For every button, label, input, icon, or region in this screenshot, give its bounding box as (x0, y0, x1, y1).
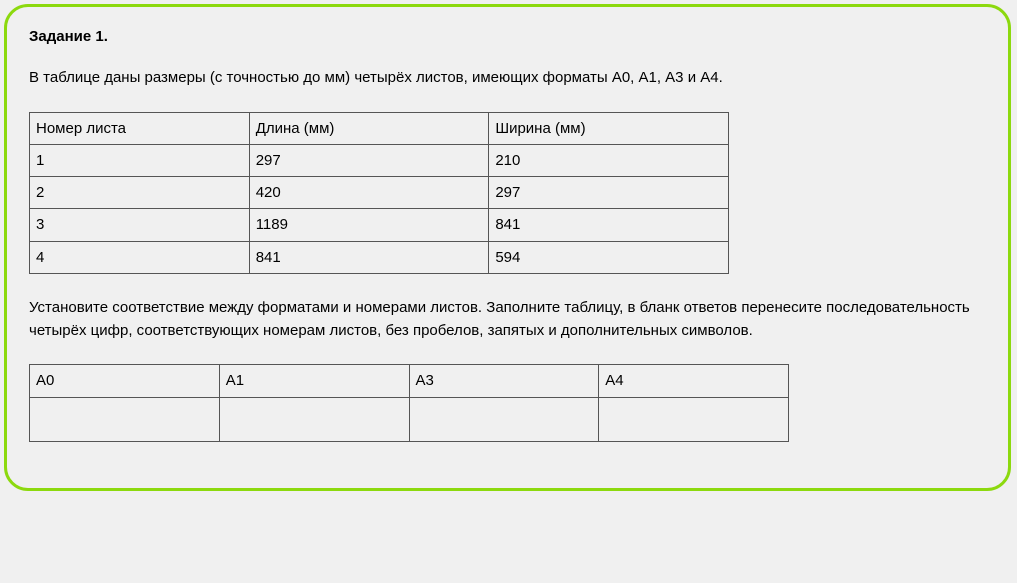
cell-width: 841 (489, 209, 729, 241)
cell-sheet-number: 1 (30, 144, 250, 176)
cell-length: 420 (249, 177, 489, 209)
answer-cell-a1[interactable] (219, 397, 409, 441)
table-row: 4 841 594 (30, 241, 729, 273)
header-length: Длина (мм) (249, 112, 489, 144)
task-title: Задание 1. (29, 25, 986, 48)
cell-sheet-number: 2 (30, 177, 250, 209)
header-width: Ширина (мм) (489, 112, 729, 144)
answer-row (30, 397, 789, 441)
cell-width: 210 (489, 144, 729, 176)
answer-cell-a3[interactable] (409, 397, 599, 441)
cell-sheet-number: 3 (30, 209, 250, 241)
answer-header-a0: А0 (30, 365, 220, 397)
cell-length: 841 (249, 241, 489, 273)
answer-header-a4: А4 (599, 365, 789, 397)
answer-cell-a4[interactable] (599, 397, 789, 441)
header-sheet-number: Номер листа (30, 112, 250, 144)
answer-header-a1: А1 (219, 365, 409, 397)
cell-length: 297 (249, 144, 489, 176)
data-table: Номер листа Длина (мм) Ширина (мм) 1 297… (29, 112, 729, 274)
task-instructions: Установите соответствие между форматами … (29, 296, 986, 343)
cell-sheet-number: 4 (30, 241, 250, 273)
table-header-row: Номер листа Длина (мм) Ширина (мм) (30, 112, 729, 144)
answer-table: А0 А1 А3 А4 (29, 364, 789, 441)
cell-width: 297 (489, 177, 729, 209)
answer-cell-a0[interactable] (30, 397, 220, 441)
answer-header-a3: А3 (409, 365, 599, 397)
task-intro: В таблице даны размеры (с точностью до м… (29, 66, 986, 89)
table-row: 1 297 210 (30, 144, 729, 176)
cell-length: 1189 (249, 209, 489, 241)
table-row: 2 420 297 (30, 177, 729, 209)
answer-header-row: А0 А1 А3 А4 (30, 365, 789, 397)
cell-width: 594 (489, 241, 729, 273)
task-card: Задание 1. В таблице даны размеры (с точ… (4, 4, 1011, 491)
table-row: 3 1189 841 (30, 209, 729, 241)
